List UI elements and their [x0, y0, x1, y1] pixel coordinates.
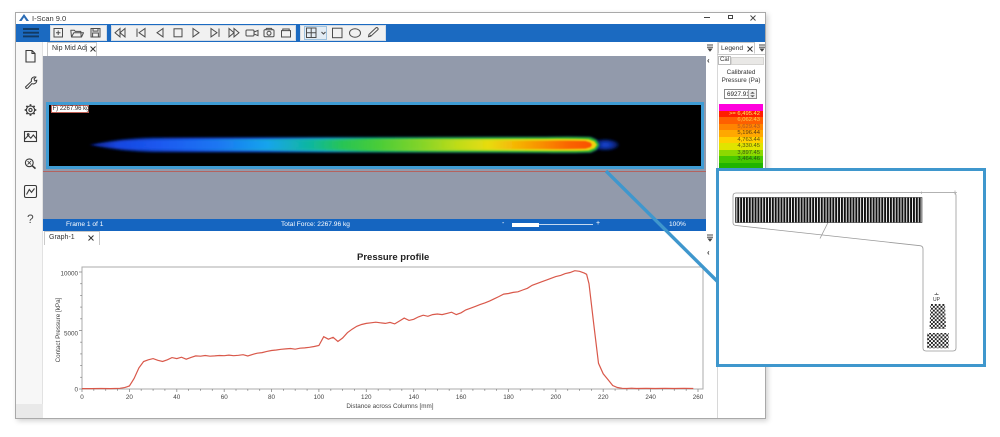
- svg-text:Distance across Columns [mm]: Distance across Columns [mm]: [346, 403, 433, 410]
- svg-text:180: 180: [503, 394, 514, 401]
- svg-text:UP: UP: [933, 297, 941, 303]
- svg-text:40: 40: [173, 394, 181, 401]
- svg-text:0: 0: [74, 387, 78, 394]
- svg-text:240: 240: [645, 394, 656, 401]
- svg-text:160: 160: [456, 394, 467, 401]
- svg-text:?: ?: [27, 212, 34, 226]
- svg-text:10000: 10000: [60, 271, 78, 278]
- svg-text:220: 220: [598, 394, 609, 401]
- svg-text:120: 120: [361, 394, 372, 401]
- svg-text:200: 200: [551, 394, 562, 401]
- svg-text:140: 140: [408, 394, 419, 401]
- svg-text:0: 0: [80, 394, 84, 401]
- svg-text:20: 20: [126, 394, 134, 401]
- svg-text:Contact Pressure [kPa]: Contact Pressure [kPa]: [55, 297, 62, 362]
- svg-text:80: 80: [268, 394, 276, 401]
- svg-text:100: 100: [314, 394, 325, 401]
- svg-text:60: 60: [221, 394, 229, 401]
- svg-text:5000: 5000: [64, 331, 79, 338]
- svg-text:260: 260: [693, 394, 704, 401]
